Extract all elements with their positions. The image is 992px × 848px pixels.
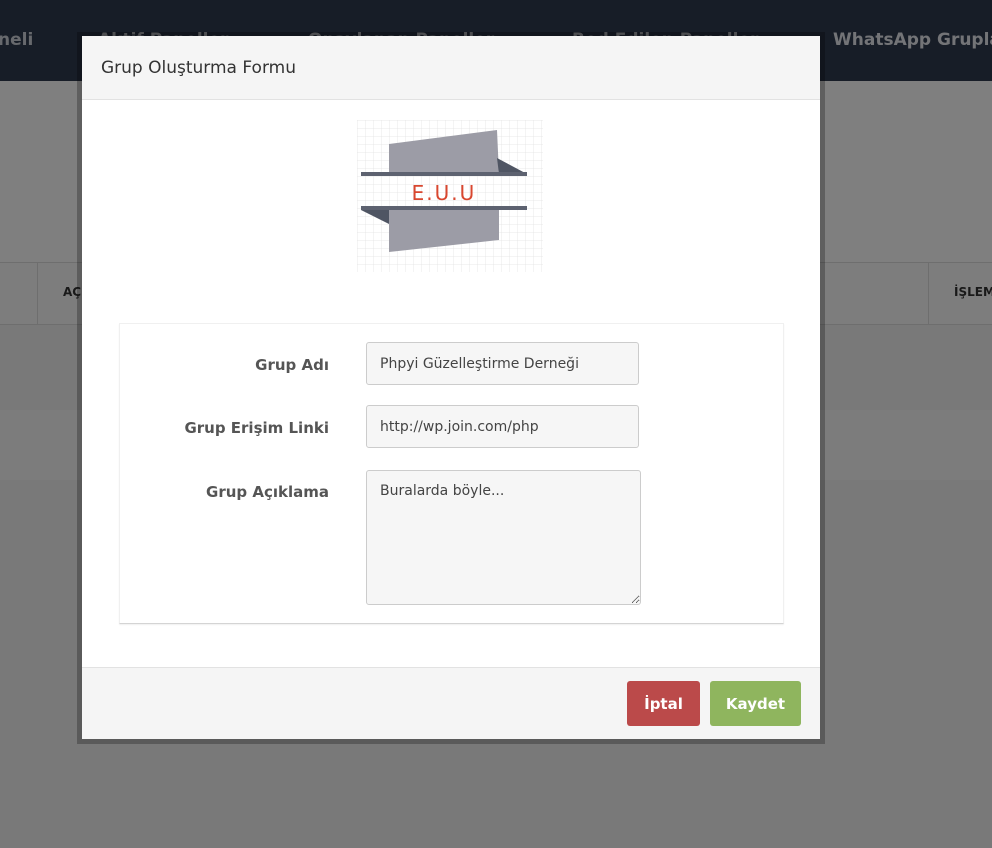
modal-title: Grup Oluşturma Formu — [101, 58, 296, 78]
modal-footer: İptal Kaydet — [82, 667, 820, 739]
group-link-input[interactable] — [366, 405, 639, 448]
group-name-input[interactable] — [366, 342, 639, 385]
group-name-label: Grup Adı — [255, 356, 329, 374]
group-link-label: Grup Erişim Linki — [184, 419, 329, 437]
group-logo: E.U.U — [357, 120, 543, 272]
group-description-textarea[interactable]: Buralarda böyle... — [366, 470, 641, 605]
logo-text: E.U.U — [412, 181, 477, 205]
group-form: Grup Adı Grup Erişim Linki Grup Açıklama… — [119, 323, 784, 624]
group-description-label: Grup Açıklama — [206, 483, 329, 501]
save-button[interactable]: Kaydet — [710, 681, 801, 726]
modal-header: Grup Oluşturma Formu — [82, 36, 820, 100]
group-create-modal: Grup Oluşturma Formu E.U.U Grup Adı Grup… — [82, 36, 820, 739]
cancel-button[interactable]: İptal — [627, 681, 700, 726]
